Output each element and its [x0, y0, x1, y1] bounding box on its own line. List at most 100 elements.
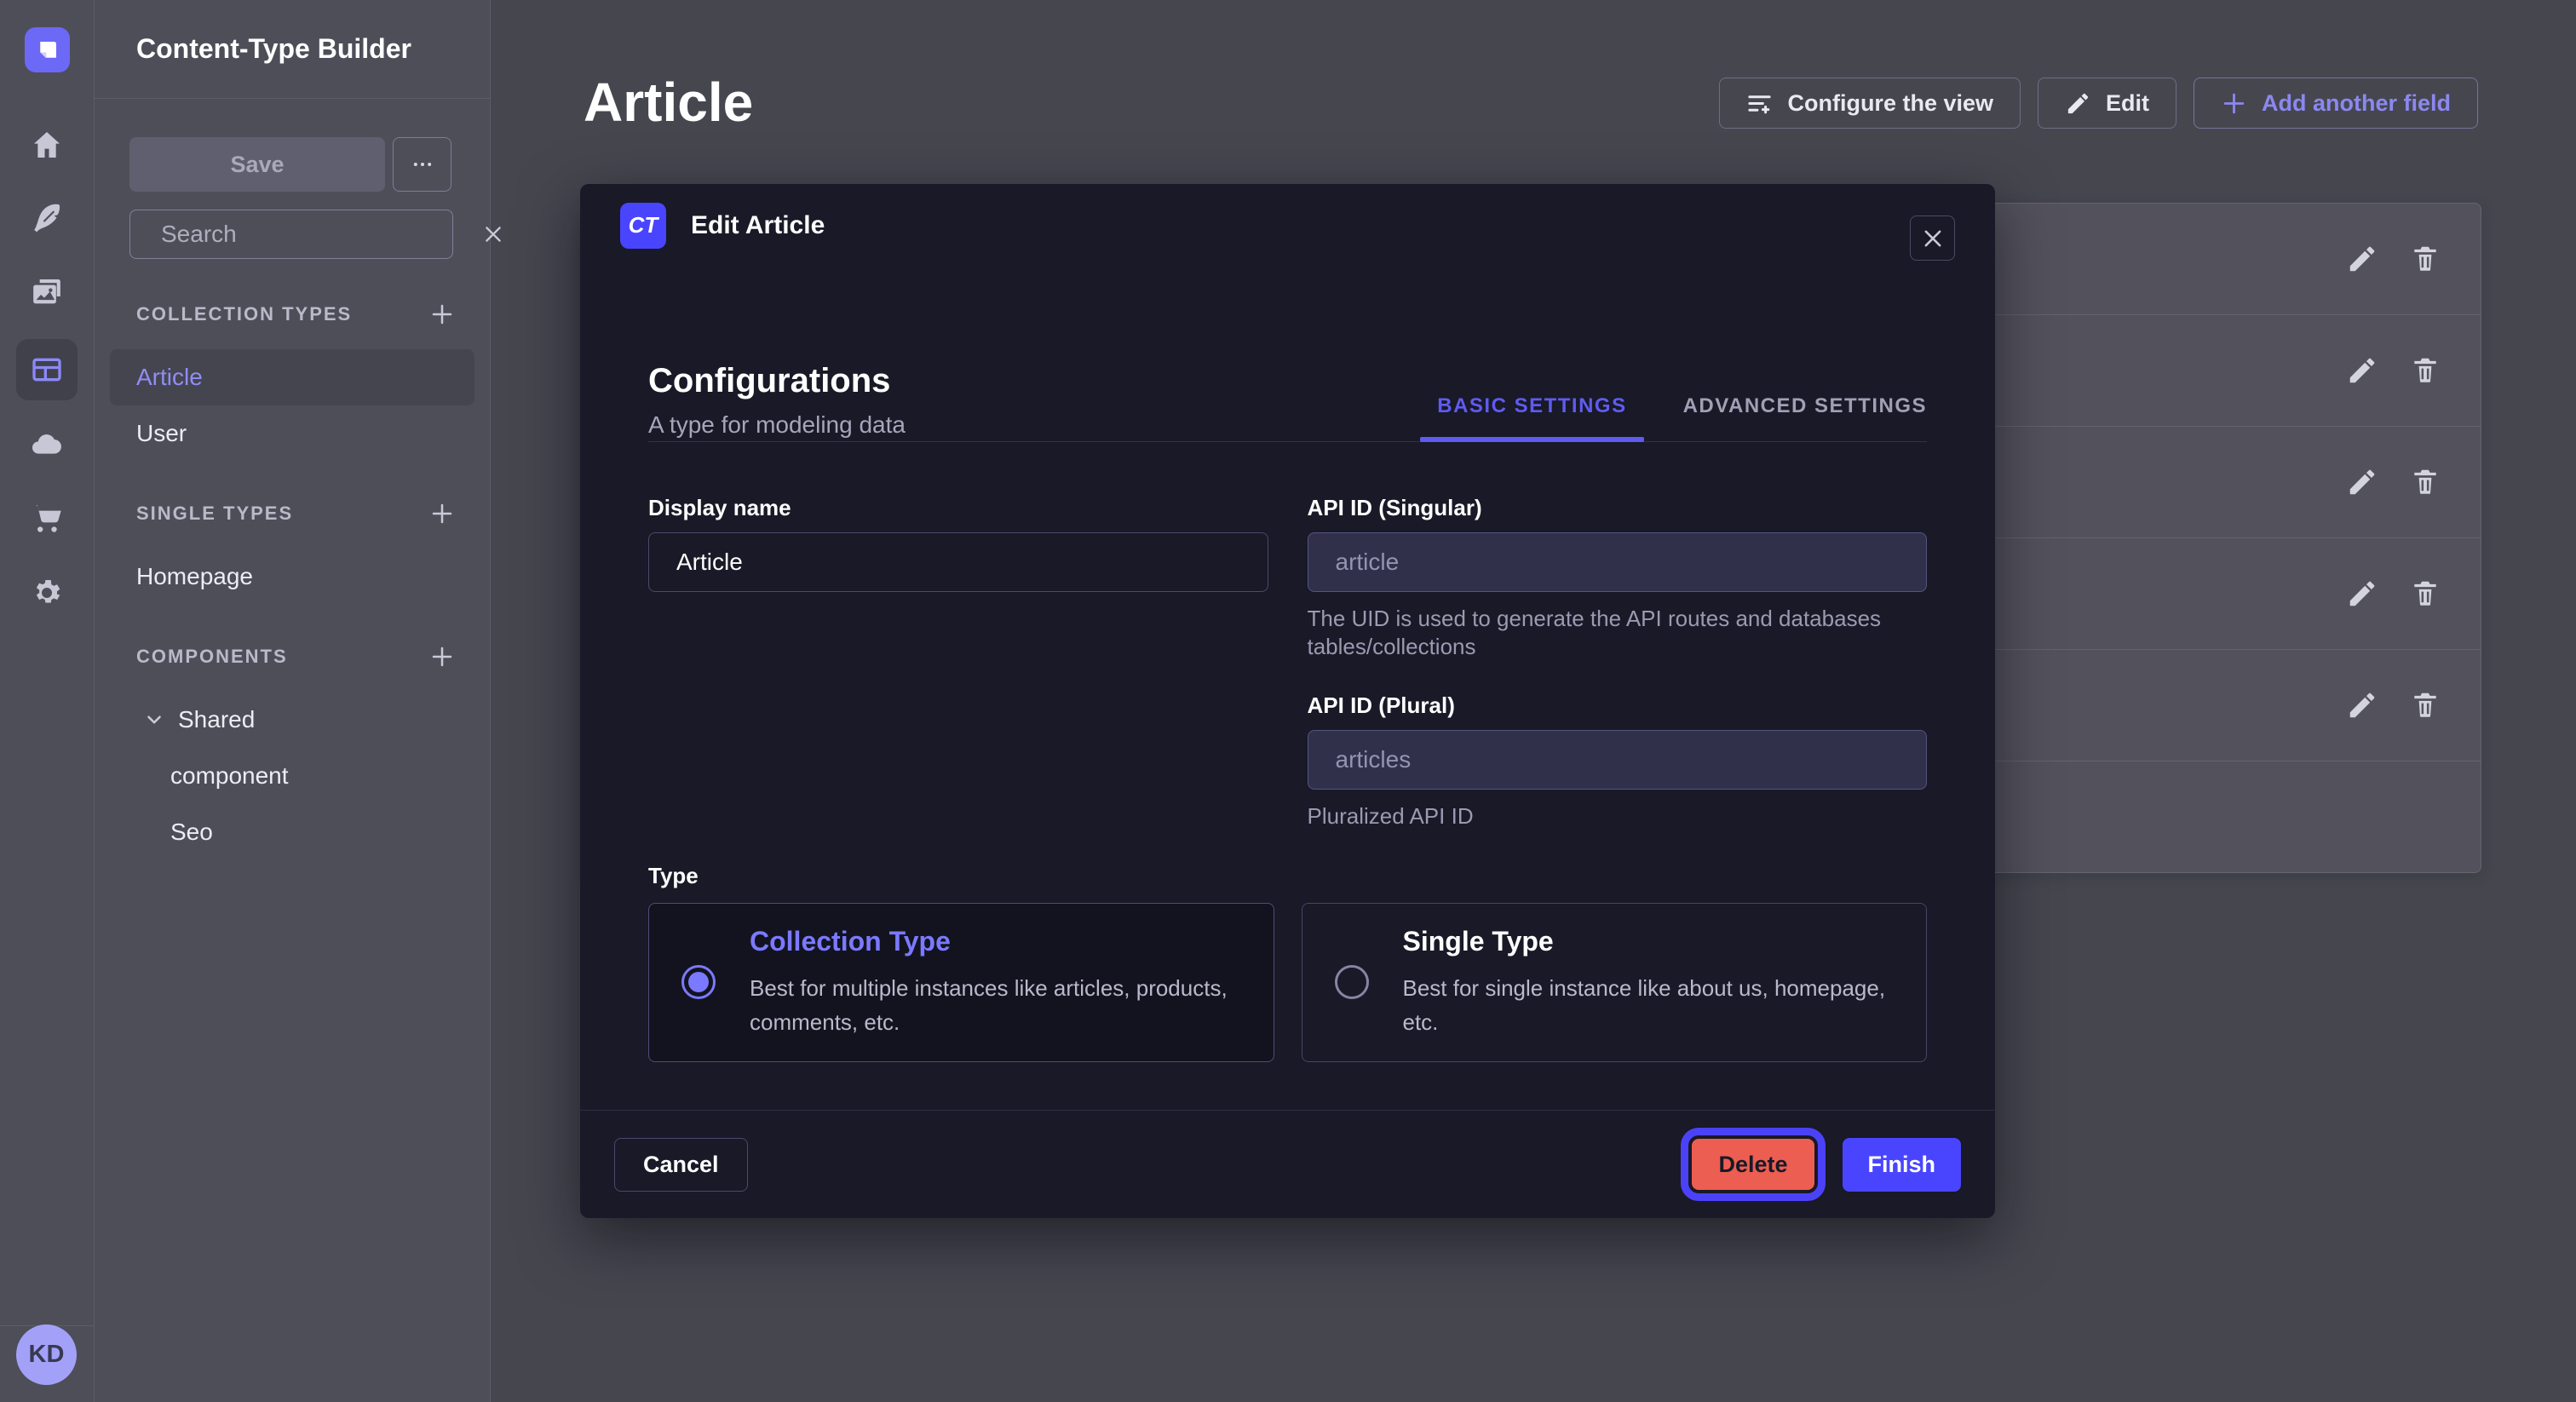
api-id-singular-field: API ID (Singular) The UID is used to gen… — [1308, 495, 1928, 662]
sidebar-item-homepage[interactable]: Homepage — [110, 549, 474, 605]
trash-icon — [2409, 354, 2441, 387]
add-component-button[interactable] — [429, 644, 455, 669]
search-field — [129, 210, 453, 259]
delete-field-button[interactable] — [2409, 243, 2441, 275]
edit-field-button[interactable] — [2346, 243, 2378, 275]
modal-title: Edit Article — [691, 211, 825, 240]
more-horizontal-icon — [411, 152, 434, 176]
configurations-header: Configurations A type for modeling data … — [648, 267, 1927, 442]
nav-deploy[interactable] — [16, 413, 78, 474]
sidebar-item-user[interactable]: User — [110, 405, 474, 462]
nav-content-manager[interactable] — [16, 187, 78, 248]
pencil-icon — [2065, 90, 2091, 117]
pencil-icon — [2346, 354, 2378, 387]
tab-advanced-settings[interactable]: ADVANCED SETTINGS — [1683, 394, 1927, 441]
type-section: Type Collection Type Best for multiple i… — [648, 863, 1927, 1062]
edit-field-button[interactable] — [2346, 354, 2378, 387]
api-id-plural-field: API ID (Plural) Pluralized API ID — [1308, 692, 1928, 830]
modal-header: CT Edit Article — [580, 184, 1995, 267]
trash-icon — [2409, 689, 2441, 721]
api-id-singular-hint: The UID is used to generate the API rout… — [1308, 605, 1904, 662]
trash-icon — [2409, 466, 2441, 498]
pencil-icon — [2346, 689, 2378, 721]
header-actions: Configure the view Edit Add another fiel… — [1719, 78, 2478, 129]
nav-settings[interactable] — [16, 562, 78, 623]
single-type-description: Best for single instance like about us, … — [1403, 971, 1893, 1040]
close-icon — [1921, 227, 1945, 250]
configure-view-button[interactable]: Configure the view — [1719, 78, 2021, 129]
trash-icon — [2409, 243, 2441, 275]
single-type-option[interactable]: Single Type Best for single instance lik… — [1302, 903, 1928, 1062]
clear-search-button[interactable] — [482, 223, 504, 245]
api-id-singular-input[interactable] — [1308, 532, 1928, 592]
component-group-shared[interactable]: Shared — [110, 692, 474, 748]
pencil-icon — [2346, 577, 2378, 610]
collection-type-title: Collection Type — [750, 926, 1239, 957]
single-types-label: SINGLE TYPES — [136, 503, 293, 525]
type-label: Type — [648, 863, 1927, 889]
edit-field-button[interactable] — [2346, 466, 2378, 498]
home-icon — [30, 128, 64, 162]
add-collection-type-button[interactable] — [429, 302, 455, 327]
radio-unselected-icon[interactable] — [1335, 965, 1369, 999]
single-type-title: Single Type — [1403, 926, 1893, 957]
delete-field-button[interactable] — [2409, 689, 2441, 721]
edit-label: Edit — [2106, 90, 2149, 117]
user-avatar[interactable]: KD — [16, 1324, 77, 1385]
edit-field-button[interactable] — [2346, 689, 2378, 721]
add-another-field-button[interactable]: Add another field — [2194, 78, 2478, 129]
delete-field-button[interactable] — [2409, 354, 2441, 387]
collection-type-description: Best for multiple instances like article… — [750, 971, 1239, 1040]
radio-selected-icon[interactable] — [681, 965, 716, 999]
sidebar-item-seo[interactable]: Seo — [110, 804, 474, 860]
sidebar-item-article[interactable]: Article — [110, 349, 474, 405]
modal-close-button[interactable] — [1910, 215, 1955, 261]
display-name-label: Display name — [648, 495, 1268, 521]
add-single-type-button[interactable] — [429, 501, 455, 526]
content-type-badge: CT — [620, 203, 666, 249]
single-types-section: SINGLE TYPES — [136, 501, 455, 526]
strapi-logo[interactable] — [25, 27, 70, 72]
nav-content-type-builder[interactable] — [16, 339, 78, 400]
plugin-title: Content-Type Builder — [95, 0, 490, 99]
api-id-plural-hint: Pluralized API ID — [1308, 802, 1904, 830]
collection-type-option[interactable]: Collection Type Best for multiple instan… — [648, 903, 1274, 1062]
delete-button[interactable]: Delete — [1692, 1139, 1814, 1190]
edit-field-button[interactable] — [2346, 577, 2378, 610]
delete-field-button[interactable] — [2409, 577, 2441, 610]
settings-tabs: BASIC SETTINGS ADVANCED SETTINGS — [1381, 394, 1927, 441]
finish-button[interactable]: Finish — [1843, 1138, 1962, 1192]
nav-home[interactable] — [16, 114, 78, 175]
nav-marketplace[interactable] — [16, 487, 78, 549]
add-another-field-label: Add another field — [2262, 90, 2451, 117]
save-button[interactable]: Save — [129, 137, 385, 192]
display-name-input[interactable] — [648, 532, 1268, 592]
feather-pen-icon — [30, 200, 64, 234]
close-icon — [482, 223, 504, 245]
api-id-plural-input[interactable] — [1308, 730, 1928, 790]
pictures-icon — [30, 275, 64, 309]
plus-icon — [429, 302, 455, 327]
modal-footer: Cancel Delete Finish — [580, 1110, 1995, 1218]
cancel-button[interactable]: Cancel — [614, 1138, 748, 1192]
layout-icon — [30, 353, 64, 387]
chevron-down-icon — [143, 709, 165, 731]
configure-lines-icon — [1746, 90, 1773, 117]
tab-basic-settings[interactable]: BASIC SETTINGS — [1437, 394, 1626, 441]
plugin-sidebar: Content-Type Builder Save COLLECTION TYP… — [95, 0, 491, 1402]
more-actions-button[interactable] — [393, 137, 451, 192]
sidebar-item-component[interactable]: component — [110, 748, 474, 804]
cart-icon — [30, 501, 64, 535]
component-group-label: Shared — [178, 706, 255, 733]
trash-icon — [2409, 577, 2441, 610]
cloud-icon — [30, 427, 64, 461]
strapi-logo-icon — [35, 37, 60, 63]
plus-icon — [429, 501, 455, 526]
nav-media-library[interactable] — [16, 261, 78, 323]
delete-field-button[interactable] — [2409, 466, 2441, 498]
page-title: Article — [584, 71, 753, 134]
main-nav-rail: KD — [0, 0, 95, 1402]
api-id-singular-label: API ID (Singular) — [1308, 495, 1928, 521]
edit-button[interactable]: Edit — [2038, 78, 2176, 129]
search-input[interactable] — [161, 221, 469, 248]
